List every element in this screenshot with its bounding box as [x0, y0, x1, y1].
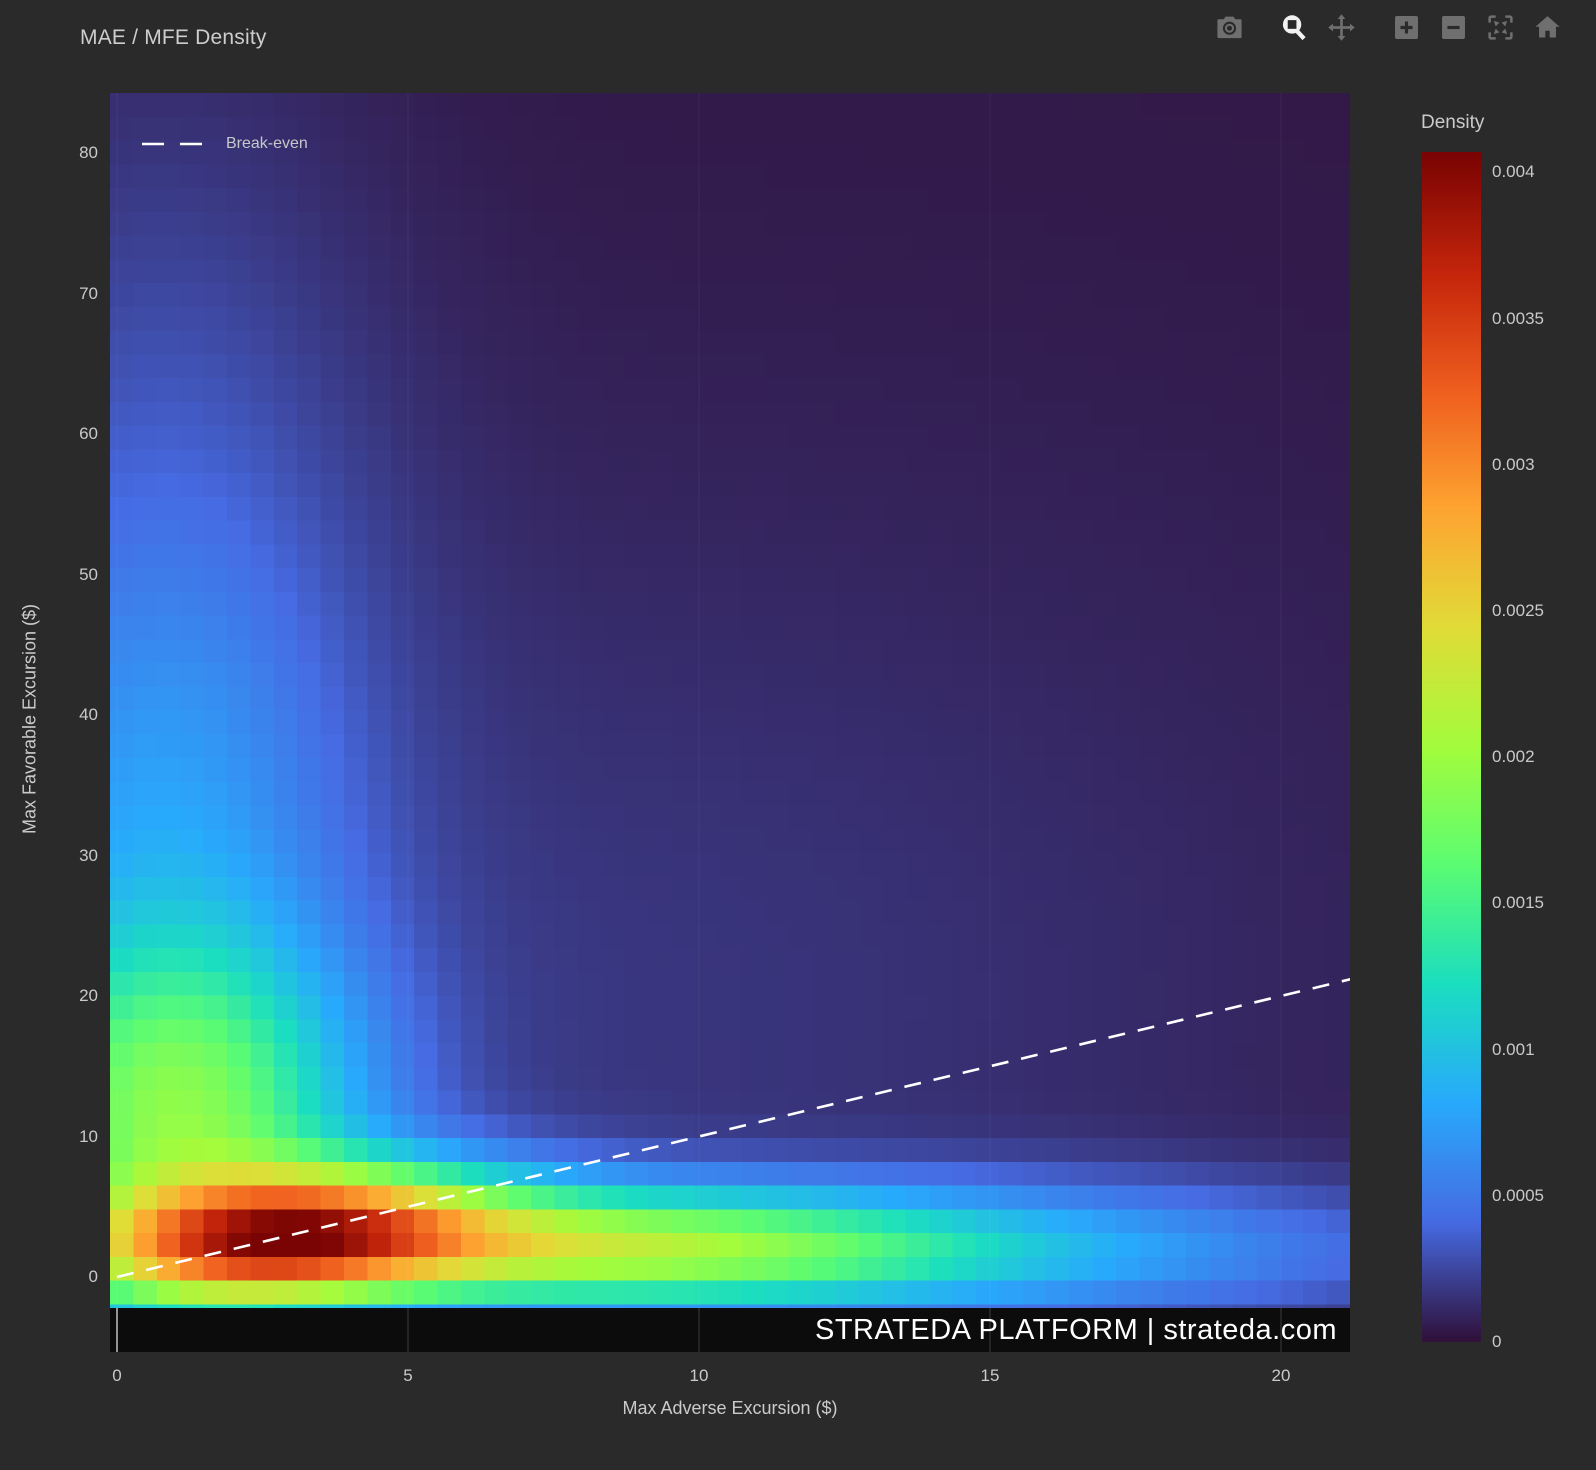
x-tick-label: 5 — [403, 1366, 413, 1385]
pan-icon[interactable] — [1324, 10, 1358, 44]
legend[interactable]: Break-even — [140, 135, 308, 153]
colorbar-tick-label: 0 — [1492, 1332, 1502, 1351]
camera-icon-glyph — [1216, 16, 1242, 38]
plot-area[interactable]: STRATEDA PLATFORM | strateda.com Break-e… — [110, 93, 1350, 1352]
y-tick-label: 50 — [79, 564, 98, 584]
colorbar-title: Density — [1421, 112, 1485, 133]
legend-label-break-even: Break-even — [226, 135, 308, 152]
reset-home-icon[interactable] — [1530, 10, 1564, 44]
chart-title: MAE / MFE Density — [80, 26, 267, 49]
y-tick-label: 20 — [79, 986, 98, 1005]
modebar — [1199, 10, 1564, 44]
y-tick-label: 80 — [79, 143, 98, 162]
colorbar-tick-label: 0.003 — [1492, 454, 1535, 474]
y-tick-label: 0 — [88, 1267, 98, 1286]
zoom-out-icon-glyph — [1441, 15, 1465, 39]
x-tick-label: 20 — [1271, 1366, 1291, 1385]
x-tick-label: 10 — [689, 1366, 709, 1385]
colorbar-tick-label: 0.0005 — [1492, 1185, 1544, 1205]
y-axis-title: Max Favorable Excursion ($) — [19, 603, 40, 835]
y-tick-label: 10 — [79, 1126, 98, 1146]
pan-icon-glyph — [1327, 13, 1355, 41]
colorbar-tick-label: 0.0025 — [1492, 601, 1544, 621]
autoscale-icon[interactable] — [1483, 10, 1517, 44]
plot-overlay — [116, 93, 1350, 1352]
watermark-text: STRATEDA PLATFORM | strateda.com — [814, 1313, 1337, 1346]
y-tick-label: 70 — [79, 283, 98, 303]
colorbar-tick-label: 0.0035 — [1492, 308, 1544, 328]
y-tick-label: 40 — [79, 705, 98, 724]
zoom-icon[interactable] — [1277, 10, 1311, 44]
camera-icon[interactable] — [1212, 10, 1246, 44]
zoom-icon-glyph — [1282, 14, 1306, 40]
zoom-in-icon[interactable] — [1389, 10, 1423, 44]
autoscale-icon-glyph — [1487, 14, 1513, 40]
breakeven-dash-sample — [142, 142, 210, 146]
y-tick-label: 30 — [79, 845, 98, 865]
colorbar-tick-label: 0.0015 — [1492, 893, 1544, 913]
zoom-out-icon[interactable] — [1436, 10, 1470, 44]
x-tick-label: 15 — [980, 1366, 1000, 1385]
colorbar-gradient — [1422, 152, 1481, 1342]
x-axis-title: Max Adverse Excursion ($) — [622, 1398, 838, 1418]
zoom-in-icon-glyph — [1394, 15, 1418, 39]
reset-home-icon-glyph — [1534, 15, 1560, 38]
colorbar-tick-label: 0.004 — [1492, 162, 1535, 182]
x-tick-label: 0 — [112, 1366, 122, 1385]
y-tick-label: 60 — [79, 424, 98, 443]
colorbar-tick-label: 0.002 — [1492, 747, 1535, 767]
colorbar-tick-label: 0.001 — [1492, 1039, 1535, 1059]
